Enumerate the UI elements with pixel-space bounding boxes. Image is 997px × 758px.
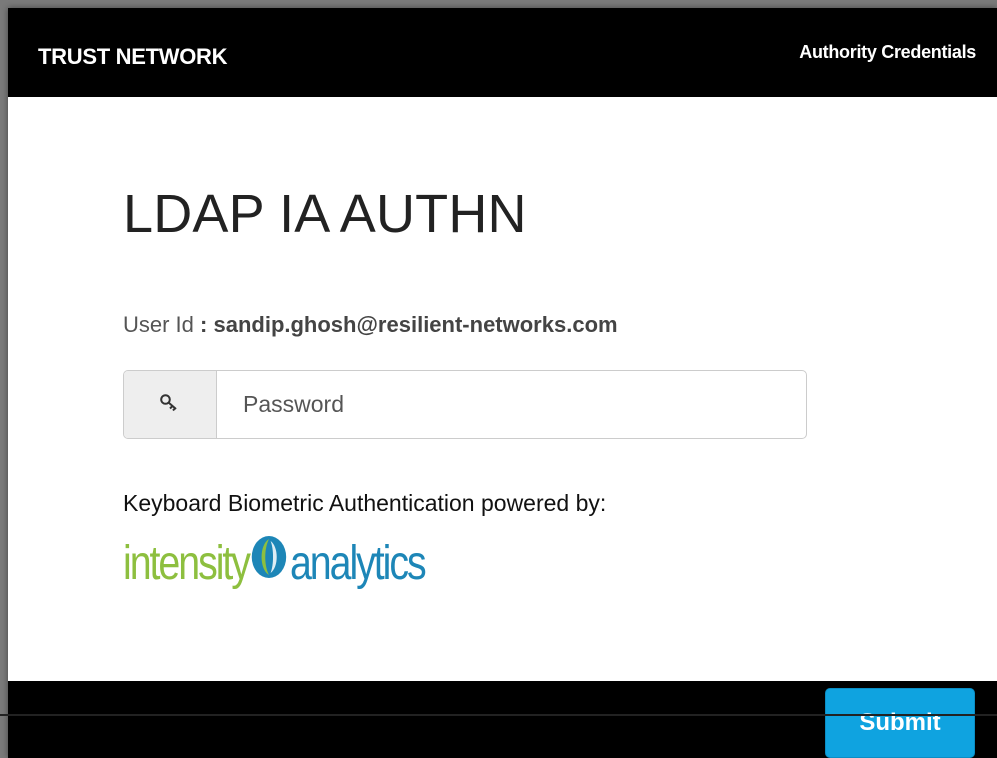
intensity-analytics-logo-icon — [249, 535, 290, 591]
password-input[interactable] — [217, 371, 806, 438]
top-navbar: TRUST NETWORK Authority Credentials — [8, 8, 997, 97]
user-id-separator: : — [193, 312, 214, 337]
authority-credentials-link[interactable]: Authority Credentials — [799, 42, 976, 63]
intensity-analytics-logo: intensity analytics — [123, 527, 427, 599]
login-window: TRUST NETWORK Authority Credentials LDAP… — [8, 8, 997, 758]
user-id-label: User Id — [123, 312, 194, 337]
user-id-line: User Id : sandip.ghosh@resilient-network… — [123, 312, 618, 338]
user-id-value: sandip.ghosh@resilient-networks.com — [213, 312, 618, 337]
password-addon — [124, 371, 217, 438]
submit-button[interactable]: Submit — [825, 688, 975, 758]
key-icon — [159, 392, 181, 417]
biometric-text: Keyboard Biometric Authentication powere… — [123, 490, 607, 516]
brand-title[interactable]: TRUST NETWORK — [38, 44, 228, 70]
bottom-bar: Submit — [8, 681, 997, 758]
page-title: LDAP IA AUTHN — [123, 184, 527, 244]
logo-word-intensity: intensity — [123, 536, 251, 590]
password-input-group — [123, 370, 807, 439]
logo-word-analytics: analytics — [289, 536, 427, 590]
